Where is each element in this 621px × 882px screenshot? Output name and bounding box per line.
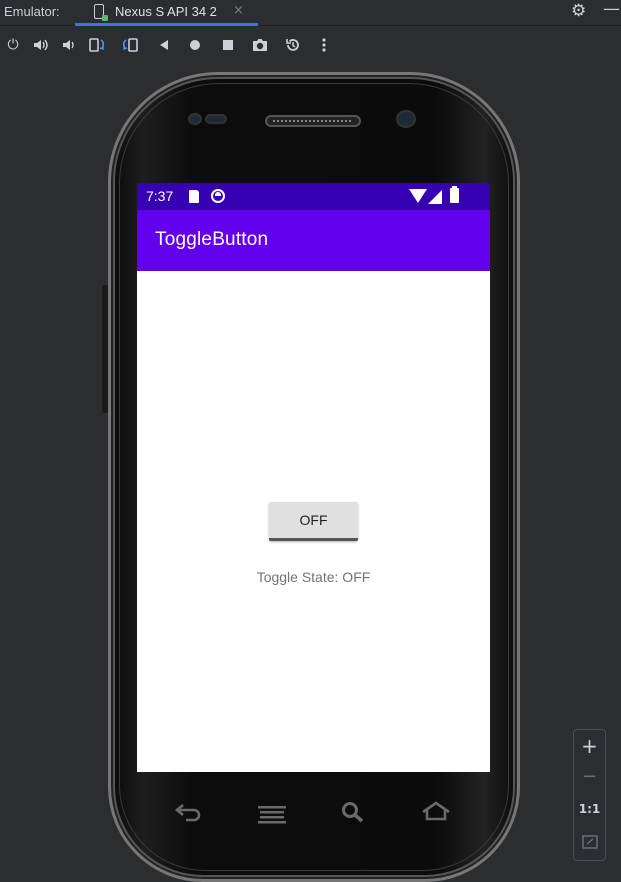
app-title: ToggleButton	[155, 229, 269, 250]
sensor-icon	[188, 113, 202, 125]
tab-close-icon[interactable]: ×	[233, 3, 244, 18]
minimize-icon[interactable]: —	[603, 0, 620, 19]
device-icon	[94, 4, 108, 21]
tab-nexus-s[interactable]: Nexus S API 34 2 ×	[75, 0, 258, 26]
back-key-icon[interactable]	[174, 800, 204, 828]
sync-icon	[211, 189, 225, 203]
screenshot-icon[interactable]	[251, 36, 269, 54]
home-icon[interactable]	[186, 36, 204, 54]
zoom-fit-icon[interactable]	[574, 834, 605, 853]
zoom-in-button[interactable]: +	[574, 734, 605, 758]
emulator-label: Emulator:	[4, 4, 60, 19]
emulator-tab-bar: Emulator: Nexus S API 34 2 × ⚙ —	[0, 0, 621, 26]
gear-icon[interactable]: ⚙	[571, 1, 586, 21]
power-icon[interactable]: ⏻	[4, 36, 22, 54]
zoom-panel: + − 1:1	[573, 729, 606, 861]
back-icon[interactable]	[155, 36, 173, 54]
battery-icon	[450, 186, 459, 203]
front-camera-icon	[396, 110, 416, 128]
snapshot-icon[interactable]	[284, 36, 302, 54]
toggle-button[interactable]: OFF	[269, 502, 358, 541]
signal-icon	[428, 190, 442, 204]
status-bar: 7:37	[137, 183, 490, 210]
menu-key-icon[interactable]	[256, 802, 288, 830]
tab-title: Nexus S API 34 2	[115, 4, 217, 19]
search-key-icon[interactable]	[340, 800, 366, 830]
sd-card-icon	[189, 190, 199, 203]
volume-down-icon[interactable]	[59, 36, 77, 54]
app-bar: ToggleButton	[137, 210, 490, 271]
status-time: 7:37	[146, 188, 174, 204]
overview-icon[interactable]	[219, 36, 237, 54]
more-icon[interactable]	[315, 36, 333, 54]
proximity-sensor-icon	[205, 114, 227, 124]
rotate-right-icon[interactable]	[121, 36, 139, 54]
zoom-actual-size-button[interactable]: 1:1	[574, 802, 605, 816]
rotate-left-icon[interactable]	[88, 36, 106, 54]
volume-up-icon[interactable]	[31, 36, 49, 54]
device-screen: 7:37 ToggleButton OFF Toggle State: OFF	[137, 183, 490, 772]
emulator-toolbar: ⏻	[0, 27, 621, 63]
toggle-state-text: Toggle State: OFF	[256, 569, 371, 585]
home-key-icon[interactable]	[420, 800, 452, 828]
earpiece-speaker	[265, 115, 361, 127]
zoom-out-button[interactable]: −	[574, 766, 605, 787]
wifi-icon	[409, 189, 427, 203]
